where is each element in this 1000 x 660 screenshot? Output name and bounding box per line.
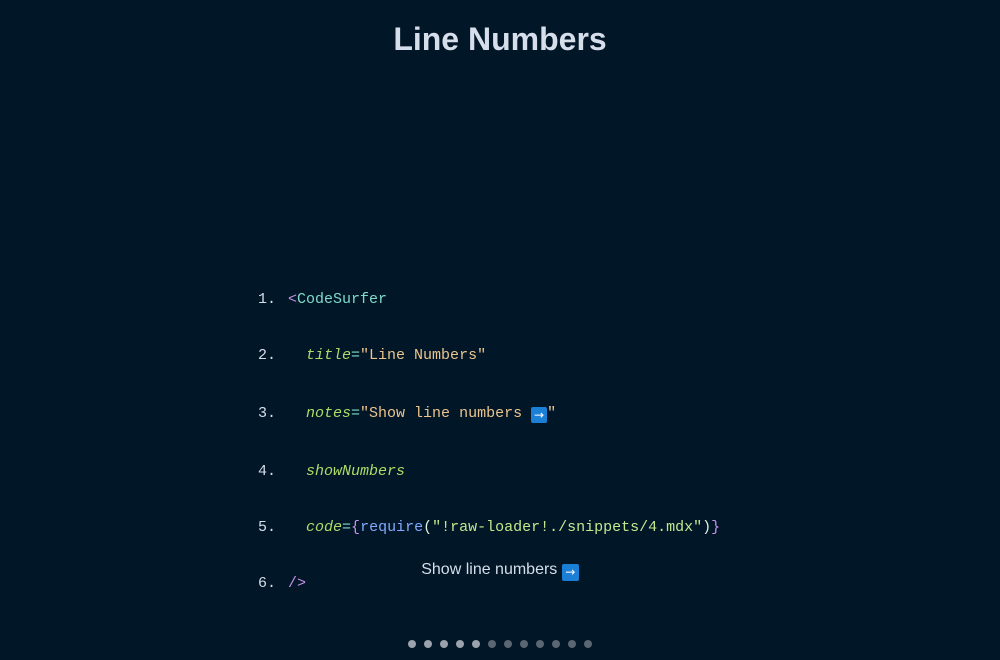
line-number: 2. <box>258 346 277 364</box>
slide-dot-5[interactable] <box>472 640 480 648</box>
slide-dot-3[interactable] <box>440 640 448 648</box>
prop-value: "Show line numbers <box>360 404 532 422</box>
slide-dot-2[interactable] <box>424 640 432 648</box>
code-line-5: 5. code={require("!raw-loader!./snippets… <box>258 519 720 538</box>
slide-dot-1[interactable] <box>408 640 416 648</box>
slide-dot-6[interactable] <box>488 640 496 648</box>
tag-open-bracket: < <box>288 291 298 309</box>
prop-value: "Line Numbers" <box>360 346 487 364</box>
slide-dot-11[interactable] <box>568 640 576 648</box>
slide-dot-8[interactable] <box>520 640 528 648</box>
equals-sign: = <box>351 346 361 364</box>
code-line-2: 2. title="Line Numbers" <box>258 347 720 366</box>
right-arrow-emoji-icon: → <box>561 564 579 581</box>
string-argument: "!raw-loader!./snippets/4.mdx" <box>432 518 703 536</box>
line-number: 1. <box>258 291 277 309</box>
paren-open: ( <box>423 518 433 536</box>
line-number: 5. <box>258 518 277 536</box>
brace-open: { <box>351 518 361 536</box>
prop-name: notes <box>306 404 352 422</box>
slide-dot-12[interactable] <box>584 640 592 648</box>
slide-dot-9[interactable] <box>536 640 544 648</box>
code-line-1: 1. <CodeSurfer <box>258 291 720 310</box>
slide-title: Line Numbers <box>393 21 607 57</box>
prop-name: code <box>306 518 343 536</box>
code-line-4: 4. showNumbers <box>258 463 720 482</box>
line-number: 4. <box>258 462 277 480</box>
code-line-3: 3. notes="Show line numbers → " <box>258 403 720 426</box>
slide-dot-10[interactable] <box>552 640 560 648</box>
prop-name: title <box>306 346 352 364</box>
function-name: require <box>360 518 424 536</box>
prop-value-end: " <box>547 404 557 422</box>
equals-sign: = <box>351 404 361 422</box>
slide-dot-7[interactable] <box>504 640 512 648</box>
slide-progress-dots <box>0 640 1000 648</box>
prop-name: showNumbers <box>306 462 406 480</box>
code-block: 1. <CodeSurfer 2. title="Line Numbers" 3.… <box>258 254 720 612</box>
brace-close: } <box>711 518 721 536</box>
right-arrow-emoji-icon: → <box>531 406 548 423</box>
equals-sign: = <box>342 518 352 536</box>
line-number: 3. <box>258 404 277 422</box>
slide-notes: Show line numbers → <box>0 560 1000 581</box>
component-name: CodeSurfer <box>297 291 388 309</box>
slide-dot-4[interactable] <box>456 640 464 648</box>
paren-close: ) <box>702 518 712 536</box>
notes-text: Show line numbers <box>421 561 558 578</box>
